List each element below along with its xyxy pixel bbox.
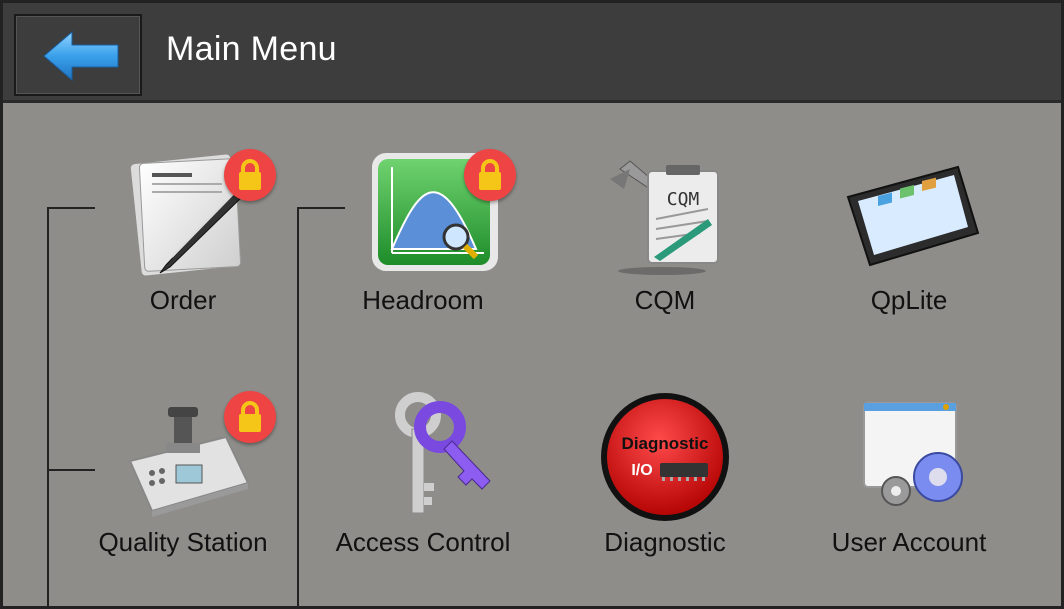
menu-item-order[interactable]: Order (83, 149, 283, 316)
page-title: Main Menu (166, 30, 337, 68)
menu-item-label: Headroom (362, 285, 484, 315)
menu-grid: Order Headroom CQM CQM QpLite Quality St… (3, 103, 1061, 609)
menu-item-label: Access Control (335, 527, 511, 557)
menu-item-headroom[interactable]: Headroom (323, 149, 523, 316)
tablet-device-icon (846, 165, 980, 267)
main-window: Main Menu Order Headroom CQM CQM QpLite … (0, 0, 1064, 609)
lock-icon (224, 391, 276, 443)
header-bar: Main Menu (3, 3, 1061, 103)
tree-connector (47, 207, 49, 609)
lock-icon (224, 149, 276, 201)
diagnostic-io-icon: Diagnostic I/O (601, 393, 729, 521)
menu-item-label: QpLite (870, 285, 948, 315)
menu-item-qplite[interactable]: QpLite (809, 149, 1009, 316)
svg-text:CQM: CQM (667, 189, 700, 210)
menu-item-label: User Account (831, 527, 987, 557)
menu-item-cqm[interactable]: CQM CQM (565, 149, 765, 316)
menu-item-quality-station[interactable]: Quality Station (83, 391, 283, 558)
user-account-gears-icon (863, 402, 963, 506)
back-arrow-icon (43, 30, 119, 82)
cqm-clipboard-wrench-icon: CQM (610, 160, 719, 275)
diagnostic-badge-text: Diagnostic (622, 434, 709, 453)
keys-icon (395, 392, 491, 514)
menu-item-label: Quality Station (98, 527, 268, 557)
diagnostic-badge-subtext: I/O (631, 462, 652, 479)
lock-icon (464, 149, 516, 201)
menu-item-label: CQM (634, 285, 696, 315)
menu-item-access-control[interactable]: Access Control (323, 391, 523, 558)
back-button[interactable] (14, 14, 142, 96)
menu-item-label: Order (149, 285, 217, 315)
menu-item-user-account[interactable]: User Account (809, 391, 1009, 558)
menu-item-label: Diagnostic (604, 527, 726, 557)
menu-item-diagnostic[interactable]: Diagnostic I/O Diagnostic (565, 391, 765, 558)
tree-connector (297, 207, 299, 609)
